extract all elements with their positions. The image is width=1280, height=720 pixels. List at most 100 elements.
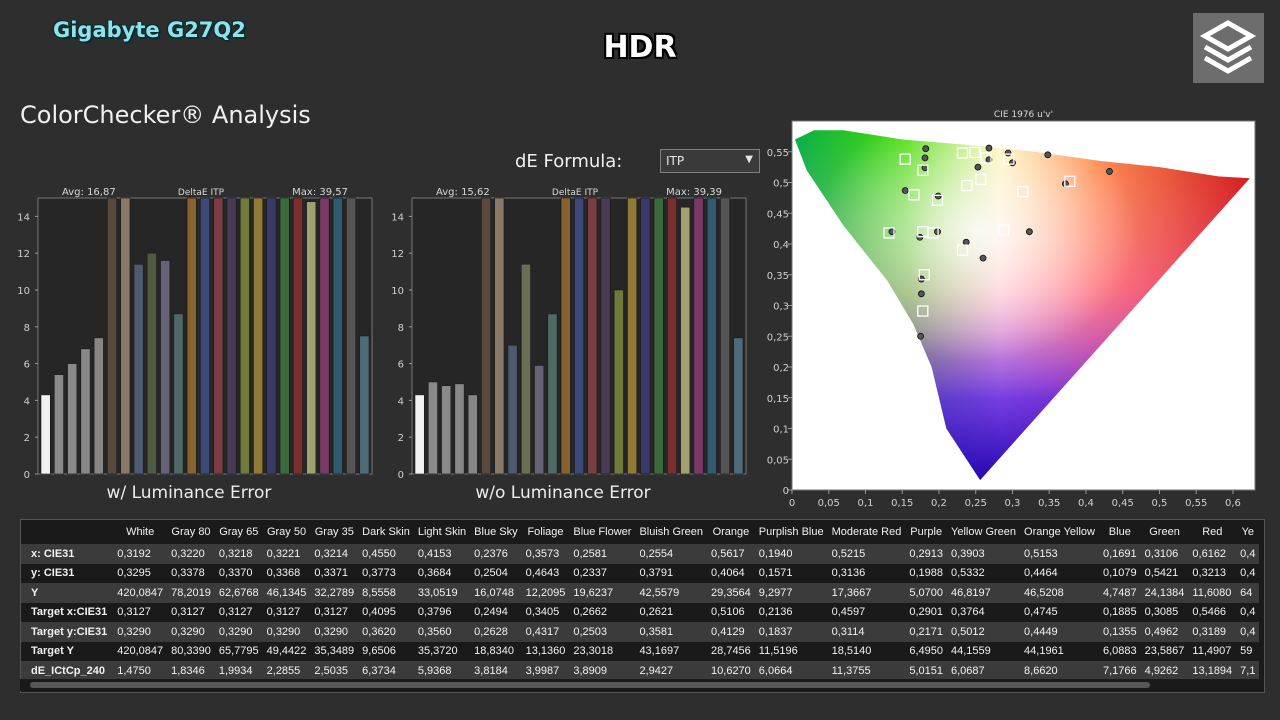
table-cell: 0,2337 — [573, 567, 608, 580]
table-cell: 10,6270 — [707, 661, 755, 681]
table-cell: 23,3018 — [573, 645, 614, 658]
table-cell: 0,2628 — [470, 622, 522, 642]
table-cell: 12,2095 — [521, 583, 570, 603]
table-cell: 0,5215 — [827, 544, 906, 564]
x-tick-label: 0,4 — [1078, 498, 1094, 509]
table-cell: 0,2503 — [569, 622, 636, 642]
row-header: Target x:CIE31 — [31, 606, 108, 619]
x-tick-label: 0,15 — [891, 498, 913, 509]
table-cell: 0,4095 — [362, 606, 396, 619]
de-formula-select[interactable]: ITP ▼ — [660, 149, 760, 173]
table-cell: 0,4550 — [358, 544, 414, 564]
table-cell: 1,8346 — [167, 661, 215, 681]
table-cell: 11,5196 — [758, 645, 798, 658]
table-cell: 0,1885 — [1102, 606, 1137, 619]
table-cell: 0,3192 — [113, 544, 168, 564]
horizontal-scrollbar[interactable] — [20, 679, 1263, 691]
bar-magenta — [693, 197, 704, 475]
bar-yellow-green — [239, 197, 250, 475]
de-formula-value: ITP — [666, 154, 685, 168]
table-cell: 0,4962 — [1140, 622, 1189, 642]
table-cell: 0,4 — [1236, 544, 1260, 564]
measured-point — [1106, 168, 1113, 175]
y-tick-label: 0,05 — [767, 455, 789, 466]
table-cell: 0,3218 — [214, 544, 263, 564]
table-cell: 0,4064 — [711, 567, 745, 580]
avg-label: Avg: 15,62 — [436, 187, 490, 198]
x-tick-label: 0,35 — [1038, 498, 1060, 509]
bar-yellow — [306, 201, 317, 475]
bar-blue-sky — [133, 263, 144, 475]
bar-gray-20 — [720, 197, 731, 475]
table-cell: 0,4449 — [1020, 622, 1099, 642]
column-header: White — [126, 526, 155, 538]
scrollbar-thumb[interactable] — [30, 682, 1150, 688]
table-cell: 42,5579 — [635, 583, 708, 603]
table-cell: 8,6620 — [1020, 661, 1099, 681]
bar-gray-20 — [346, 197, 357, 475]
table-cell: 4,7487 — [1098, 583, 1141, 603]
table-cell: 16,0748 — [470, 583, 522, 603]
table-cell: 1,4750 — [113, 661, 168, 681]
y-tick-label: 0,4 — [773, 240, 789, 251]
x-tick-label: 0,3 — [1005, 498, 1021, 509]
table-cell: 0,3127 — [117, 606, 151, 619]
y-tick-label: 6 — [24, 360, 30, 371]
table-cell: 0,3290 — [262, 622, 311, 642]
y-tick-label: 10 — [392, 286, 404, 297]
table-cell: 0,1691 — [1098, 544, 1141, 564]
table-cell: 2,9427 — [635, 661, 708, 681]
rgb-triplet-caption: RGB Triplet: 71, 94, 104 — [1024, 467, 1227, 487]
y-tick-label: 0,15 — [767, 394, 789, 405]
table-cell: 46,8197 — [947, 583, 1021, 603]
measurement-table[interactable]: White Gray 80 Gray 65 Gray 50 Gray 35 Dark Sk… — [20, 519, 1265, 693]
column-header: Gray 80 — [171, 526, 211, 538]
table-cell: 80,3390 — [171, 645, 211, 658]
bar-gray-50 — [454, 383, 465, 475]
table-cell: 11,6080 — [1188, 583, 1237, 603]
y-tick-label: 0 — [24, 470, 30, 481]
table-cell: 62,6768 — [214, 583, 263, 603]
column-header: Orange — [712, 526, 750, 538]
row-header: Target Y — [31, 645, 74, 658]
table-cell: 0,2504 — [474, 567, 508, 580]
x-tick-label: 0 — [789, 498, 795, 509]
table-cell: 0,3290 — [214, 622, 263, 642]
measured-point — [974, 163, 982, 171]
y-tick-label: 4 — [398, 396, 404, 407]
y-tick-label: 12 — [392, 249, 404, 260]
y-tick-label: 14 — [18, 212, 30, 223]
table-cell: 0,1837 — [754, 622, 828, 642]
table-cell: 0,2554 — [635, 544, 708, 564]
table-row: Target Y 420,0847 80,3390 65,7795 49,4422 35,… — [21, 642, 1259, 662]
table-cell: 420,0847 — [113, 583, 168, 603]
column-header: Dark Skin — [362, 526, 410, 538]
bar-gray-35 — [467, 394, 478, 475]
bar-purple — [600, 197, 611, 475]
column-header: Blue — [1108, 526, 1131, 538]
table-cell: 11,4907 — [1192, 645, 1232, 658]
table-cell: 0,2136 — [758, 606, 793, 619]
bar-chart-2-svg: 0 2 4 6 8 10 12 14 Avg: 15,62 DeltaE ITP Max: 39,3… — [391, 187, 747, 503]
table-cell: 28,7456 — [711, 645, 751, 658]
table-cell: 9,6506 — [362, 645, 396, 658]
bar-blue-flower — [534, 365, 545, 475]
table-cell: 59 — [1240, 645, 1253, 658]
table-cell: 0,4 — [1240, 606, 1256, 619]
y-tick-label: 0,35 — [767, 271, 789, 282]
x-tick-label: 0,1 — [858, 498, 874, 509]
table-cell: 0,3127 — [266, 606, 301, 619]
bar-chart-with-luminance: 0 2 4 6 8 10 12 14 Avg: 16,87 DeltaE ITP Max: 39,5… — [17, 180, 378, 514]
bar-foliage — [146, 252, 157, 475]
table-cell: 0,3213 — [1192, 567, 1227, 580]
bar-purple — [226, 197, 237, 475]
table-cell: 0,3764 — [951, 606, 985, 619]
table-cell: 0,3127 — [218, 606, 253, 619]
table-cell: 5,0700 — [905, 583, 947, 603]
measured-point — [917, 290, 925, 298]
bar-gray-65 — [441, 385, 452, 475]
y-tick-label: 0,55 — [767, 148, 789, 159]
column-header: Gray 35 — [314, 526, 354, 538]
table-cell: 0,3370 — [218, 567, 253, 580]
table-cell: 6,0664 — [754, 661, 828, 681]
